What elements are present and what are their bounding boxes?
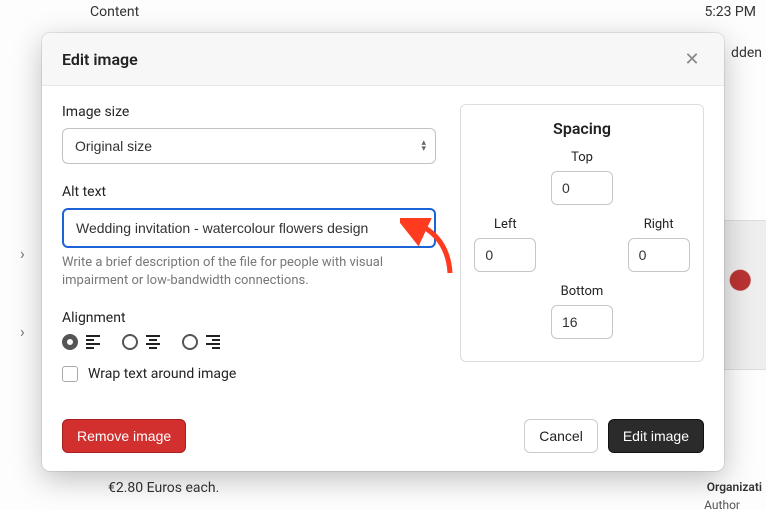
- bg-org-label: Organizati: [707, 480, 762, 494]
- image-size-label: Image size: [62, 104, 436, 120]
- left-column: Image size ▴▾ Alt text Write a brief des…: [62, 104, 436, 405]
- image-size-select-wrap: ▴▾: [62, 128, 436, 164]
- align-option-right[interactable]: [182, 334, 220, 350]
- spacing-top-label: Top: [571, 150, 593, 165]
- radio-icon: [182, 334, 198, 350]
- modal-header: Edit image ✕: [42, 33, 724, 86]
- radio-selected-icon: [62, 334, 78, 350]
- bg-hidden-text: dden: [731, 45, 762, 61]
- remove-image-button[interactable]: Remove image: [62, 419, 186, 453]
- bg-price-text: €2.80 Euros each.: [108, 480, 219, 496]
- spacing-panel: Spacing Top Left Right Bott: [460, 104, 704, 362]
- close-button[interactable]: ✕: [680, 47, 704, 71]
- modal-title: Edit image: [62, 50, 138, 69]
- edit-image-button[interactable]: Edit image: [608, 419, 704, 453]
- spacing-title: Spacing: [473, 119, 691, 138]
- align-left-icon: [86, 335, 100, 349]
- align-option-left[interactable]: [62, 334, 100, 350]
- alignment-label: Alignment: [62, 310, 436, 326]
- spacing-right: Right: [628, 217, 690, 272]
- spacing-top: Top: [551, 150, 613, 205]
- spacing-left: Left: [474, 217, 536, 272]
- edit-image-modal: Edit image ✕ Image size ▴▾ Alt text Writ…: [42, 33, 724, 471]
- chevron-right-icon: ›: [20, 322, 25, 341]
- alt-text-help: Write a brief description of the file fo…: [62, 254, 436, 290]
- bg-content-label: Content: [90, 4, 139, 20]
- footer-right: Cancel Edit image: [524, 419, 704, 453]
- alt-text-input[interactable]: [62, 208, 436, 248]
- bg-author-label: Author: [704, 498, 740, 510]
- spacing-grid: Top Left Right Bottom: [473, 150, 691, 339]
- spacing-bottom-label: Bottom: [561, 284, 604, 299]
- spacing-bottom: Bottom: [551, 284, 613, 339]
- radio-icon: [122, 334, 138, 350]
- align-right-icon: [206, 335, 220, 349]
- cancel-button[interactable]: Cancel: [524, 419, 598, 453]
- wrap-text-row: Wrap text around image: [62, 366, 436, 382]
- wrap-text-checkbox[interactable]: [62, 366, 78, 382]
- alignment-options: [62, 334, 436, 350]
- bg-time: 5:23 PM: [704, 4, 756, 20]
- spacing-bottom-input[interactable]: [551, 305, 613, 339]
- spacing-left-input[interactable]: [474, 238, 536, 272]
- wrap-text-label: Wrap text around image: [88, 366, 236, 382]
- align-option-center[interactable]: [122, 334, 160, 350]
- spacing-right-input[interactable]: [628, 238, 690, 272]
- align-center-icon: [146, 335, 160, 349]
- right-column: Spacing Top Left Right Bott: [460, 104, 704, 405]
- chevron-right-icon: ›: [20, 244, 25, 263]
- alt-text-label: Alt text: [62, 184, 436, 200]
- spacing-left-label: Left: [494, 217, 517, 232]
- close-icon: ✕: [684, 49, 699, 70]
- image-size-select[interactable]: [62, 128, 436, 164]
- spacing-top-input[interactable]: [551, 171, 613, 205]
- modal-body: Image size ▴▾ Alt text Write a brief des…: [42, 86, 724, 405]
- modal-footer: Remove image Cancel Edit image: [42, 405, 724, 471]
- spacing-right-label: Right: [644, 217, 674, 232]
